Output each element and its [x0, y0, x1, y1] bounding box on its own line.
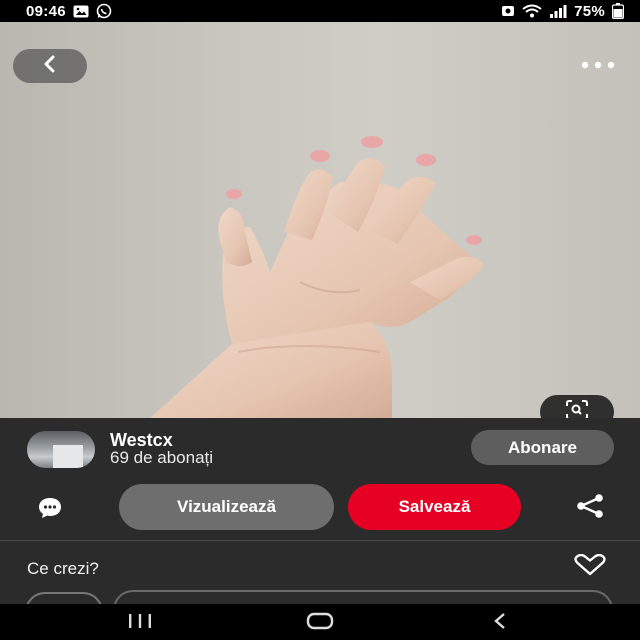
comment-button[interactable] [30, 497, 70, 524]
like-button[interactable] [570, 553, 610, 581]
system-nav-bar [0, 604, 640, 640]
creator-avatar[interactable] [27, 431, 95, 468]
chevron-left-icon [41, 55, 59, 78]
status-left: 09:46 [26, 3, 112, 20]
visual-search-icon [565, 399, 589, 418]
status-right: 75% [501, 3, 624, 20]
hand-photo [150, 136, 484, 418]
actions-row: Vizualizează Salvează [0, 484, 640, 534]
share-icon [575, 493, 605, 523]
pin-details-sheet: Westcx 69 de abonați Abonare Vizualizeaz… [0, 418, 640, 632]
more-horizontal-icon [581, 56, 615, 74]
more-options-button[interactable] [578, 54, 618, 76]
gallery-icon [73, 5, 89, 18]
home-button[interactable] [300, 610, 340, 636]
creator-followers: 69 de abonați [110, 448, 214, 467]
heart-icon [573, 553, 607, 581]
creator-row: Westcx 69 de abonați Abonare [0, 418, 640, 480]
visual-search-button[interactable] [540, 395, 614, 418]
home-icon [306, 612, 334, 635]
section-divider [0, 540, 640, 541]
back-icon [492, 612, 508, 635]
comments-prompt: Ce crezi? [27, 559, 99, 578]
system-back-button[interactable] [482, 610, 518, 636]
status-bar: 09:46 75% [0, 0, 640, 22]
share-button[interactable] [572, 493, 608, 523]
recent-apps-icon [127, 613, 153, 633]
status-time: 09:46 [26, 2, 66, 20]
speech-bubble-icon [38, 497, 62, 524]
visit-button[interactable]: Vizualizează [119, 484, 334, 530]
wifi-icon [522, 4, 542, 18]
sim-icon [501, 4, 515, 18]
back-button[interactable] [13, 49, 87, 83]
save-button[interactable]: Salvează [348, 484, 521, 530]
whatsapp-icon [96, 3, 112, 19]
follow-button[interactable]: Abonare [471, 430, 614, 465]
signal-icon [549, 4, 567, 18]
recent-apps-button[interactable] [122, 610, 158, 636]
battery-icon [612, 3, 624, 19]
pin-image[interactable] [0, 22, 640, 418]
battery-percentage: 75% [574, 2, 605, 20]
